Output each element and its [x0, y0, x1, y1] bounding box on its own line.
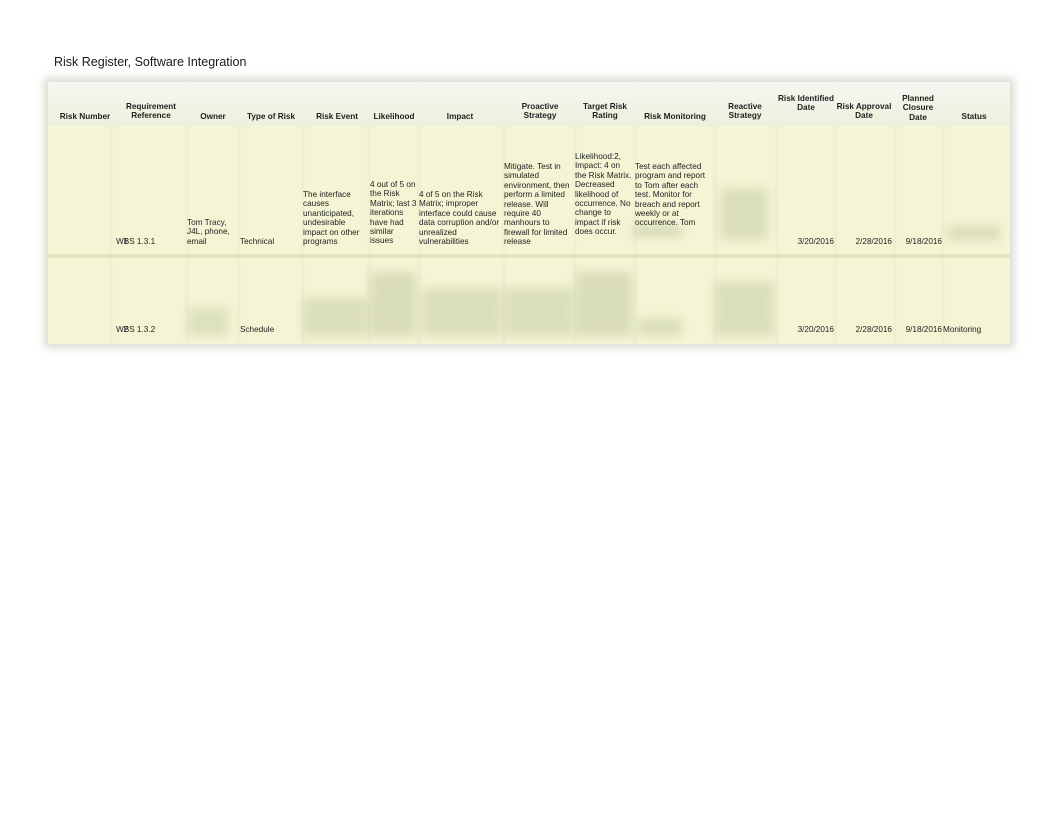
risk-identified-date: 3/20/2016: [797, 325, 834, 334]
requirement-reference: WBS 1.3.1: [116, 237, 156, 246]
col-header-risk-event: Risk Event: [316, 112, 358, 121]
risk-identified-date: 3/20/2016: [797, 237, 834, 246]
page-title: Risk Register, Software Integration: [54, 55, 247, 69]
col-header-risk-number: Risk Number: [59, 112, 111, 121]
type-of-risk: Schedule: [240, 325, 275, 334]
header-row: Risk Number Requirement Reference Owner …: [48, 82, 1010, 126]
requirement-reference: WBS 1.3.2: [116, 325, 156, 334]
risk-approval-date: 2/28/2016: [855, 237, 892, 246]
table-row: 1 WBS 1.3.1 Tom Tracy, J4L, phone, email…: [48, 126, 1010, 258]
target-risk-rating: Likelihood:2, Impact: 4 on the Risk Matr…: [575, 152, 632, 237]
planned-closure-date: 9/18/2016: [905, 325, 942, 334]
proactive-strategy: Mitigate. Test in simulated environment,…: [504, 162, 570, 247]
planned-closure-date: 9/18/2016: [905, 237, 942, 246]
risk-event: The interface causes unanticipated, unde…: [303, 190, 360, 247]
status: Monitoring: [943, 325, 982, 334]
risk-register-table: Risk Number Requirement Reference Owner …: [48, 82, 1010, 344]
col-header-impact: Impact: [446, 112, 474, 121]
owner: Tom Tracy, J4L, phone, email: [187, 218, 230, 246]
col-header-reactive-strategy: Reactive Strategy: [728, 102, 762, 121]
col-header-type-of-risk: Type of Risk: [246, 112, 296, 121]
col-header-planned-closure-date: Planned Closure Date: [902, 94, 934, 122]
col-header-likelihood: Likelihood: [373, 112, 415, 121]
table-row: 2 WBS 1.3.2 Schedule 3/20/2016 2/28/2016…: [48, 258, 1010, 344]
likelihood: 4 out of 5 on the Risk Matrix; last 3 it…: [370, 180, 417, 246]
col-header-requirement-reference: Requirement Reference: [125, 102, 177, 121]
col-header-proactive-strategy: Proactive Strategy: [521, 102, 559, 121]
col-header-risk-identified-date: Risk Identified Date: [778, 94, 834, 113]
col-header-owner: Owner: [200, 112, 226, 121]
type-of-risk: Technical: [240, 237, 275, 246]
risk-approval-date: 2/28/2016: [855, 325, 892, 334]
impact: 4 of 5 on the Risk Matrix; improper inte…: [419, 190, 500, 247]
col-header-status: Status: [961, 112, 987, 121]
col-header-target-risk-rating: Target Risk Rating: [583, 102, 627, 121]
col-header-risk-approval-date: Risk Approval Date: [836, 102, 892, 121]
col-header-risk-monitoring: Risk Monitoring: [644, 112, 706, 121]
risk-monitoring: Test each affected program and report to…: [635, 162, 706, 228]
